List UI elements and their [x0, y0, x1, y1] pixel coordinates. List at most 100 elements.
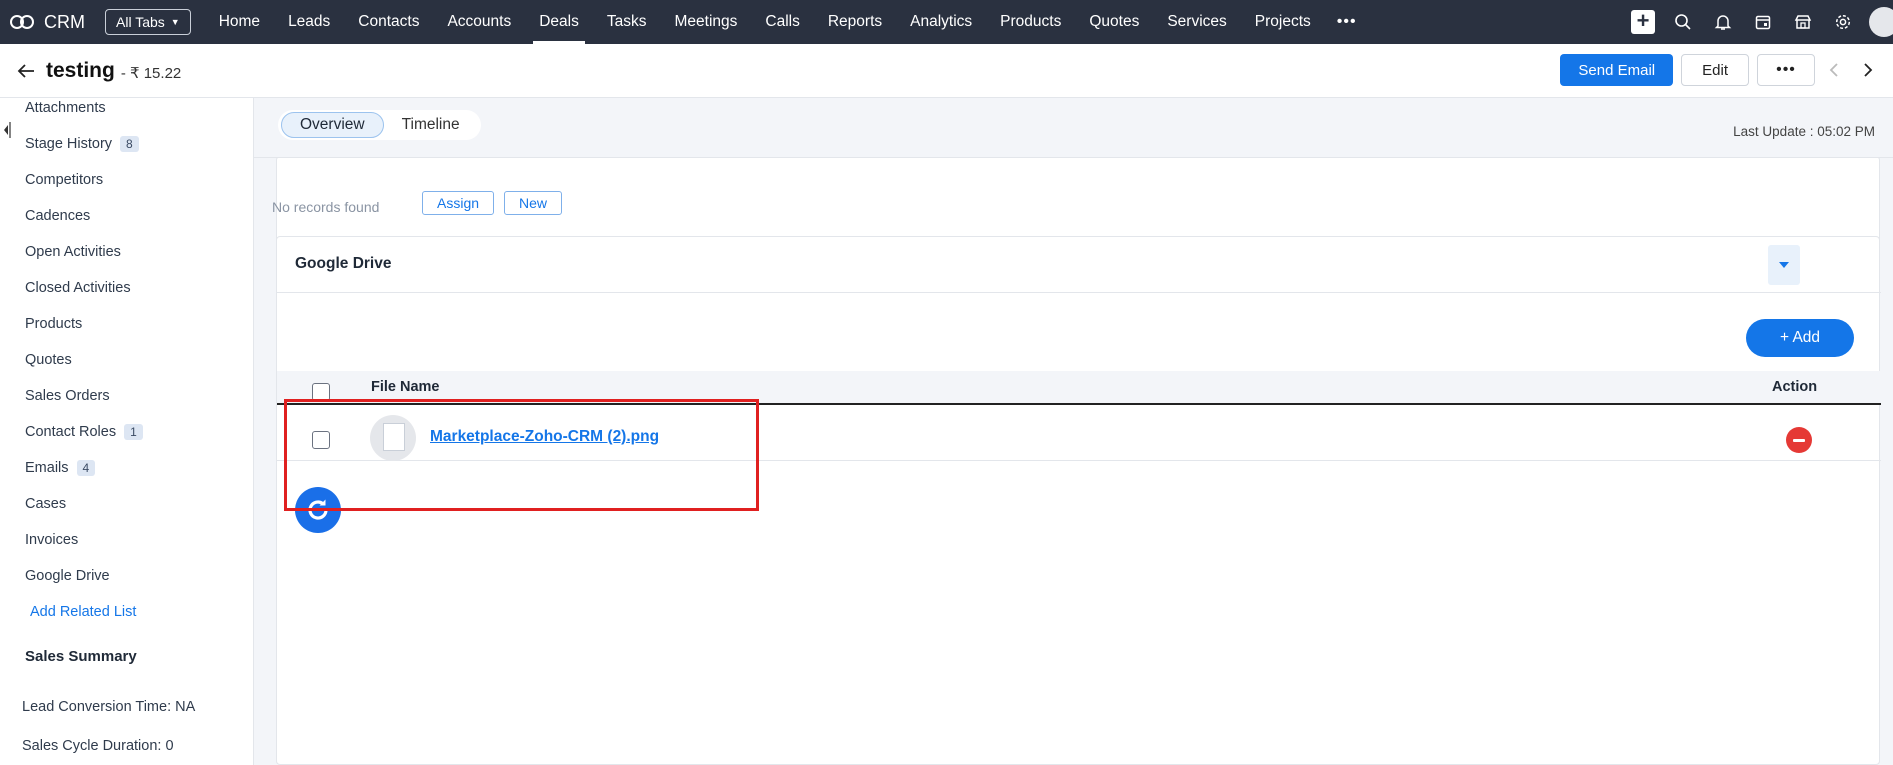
previous-record-button[interactable] — [1819, 54, 1849, 86]
sidebar-item-label: Open Activities — [25, 244, 121, 260]
table-row: Marketplace-Zoho-CRM (2).png — [277, 407, 1881, 461]
google-drive-card: Google Drive + Add File Name Action Mark… — [276, 236, 1881, 765]
caret-left-icon — [4, 122, 11, 138]
sidebar-item-label: Stage History — [25, 136, 113, 152]
collapse-sidebar-button[interactable] — [2, 120, 12, 140]
sidebar-item-label: Cadences — [25, 208, 91, 224]
files-table-header: File Name Action — [277, 371, 1881, 405]
tab-deals[interactable]: Deals — [525, 0, 593, 44]
chevron-right-icon — [1864, 63, 1873, 77]
sidebar-item-cases[interactable]: Cases — [25, 486, 143, 522]
row-checkbox[interactable] — [312, 431, 330, 449]
sidebar-item-label: Contact Roles — [25, 424, 117, 440]
sidebar-item-attachments[interactable]: Attachments — [25, 98, 143, 126]
notifications-button[interactable] — [1703, 0, 1743, 44]
tab-projects[interactable]: Projects — [1241, 0, 1325, 44]
tab-tasks[interactable]: Tasks — [593, 0, 661, 44]
sidebar-item-cadences[interactable]: Cadences — [25, 198, 143, 234]
tab-quotes[interactable]: Quotes — [1075, 0, 1153, 44]
lead-conversion-time: Lead Conversion Time: NA — [22, 699, 196, 715]
record-title: testing — [46, 58, 115, 82]
tab-contacts[interactable]: Contacts — [344, 0, 433, 44]
more-actions-button[interactable]: ••• — [1757, 54, 1815, 86]
column-action: Action — [1772, 379, 1818, 395]
sidebar-item-products[interactable]: Products — [25, 306, 143, 342]
settings-button[interactable] — [1823, 0, 1863, 44]
sidebar-item-sales-orders[interactable]: Sales Orders — [25, 378, 143, 414]
create-button[interactable]: + — [1623, 0, 1663, 44]
tab-analytics[interactable]: Analytics — [896, 0, 986, 44]
tab-services[interactable]: Services — [1153, 0, 1240, 44]
tab-meetings[interactable]: Meetings — [661, 0, 752, 44]
sales-summary-title: Sales Summary — [25, 648, 137, 665]
caret-down-icon: ▼ — [170, 17, 180, 27]
file-link[interactable]: Marketplace-Zoho-CRM (2).png — [430, 428, 659, 446]
view-tabs: Overview Timeline — [278, 110, 481, 140]
chevron-left-icon — [1829, 63, 1838, 77]
search-button[interactable] — [1663, 0, 1703, 44]
view-tabs-bar: Overview Timeline Last Update : 05:02 PM — [254, 98, 1893, 158]
sidebar-item-competitors[interactable]: Competitors — [25, 162, 143, 198]
google-drive-collapse-button[interactable] — [1768, 245, 1800, 285]
add-file-button[interactable]: + Add — [1746, 319, 1854, 357]
sidebar-item-closed-activities[interactable]: Closed Activities — [25, 270, 143, 306]
sidebar-item-stage-history[interactable]: Stage History 8 — [25, 126, 143, 162]
calendar-button[interactable] — [1743, 0, 1783, 44]
send-email-button[interactable]: Send Email — [1560, 54, 1674, 86]
tab-calls[interactable]: Calls — [751, 0, 813, 44]
google-drive-title: Google Drive — [295, 255, 392, 272]
top-nav: CRM All Tabs ▼ Home Leads Contacts Accou… — [0, 0, 1893, 44]
top-icons: + — [1623, 0, 1893, 44]
sidebar-item-label: Invoices — [25, 532, 79, 548]
tab-leads[interactable]: Leads — [274, 0, 344, 44]
remove-file-button[interactable] — [1786, 427, 1812, 453]
sidebar-item-label: Quotes — [25, 352, 72, 368]
plus-icon: + — [1631, 10, 1655, 34]
header-actions: Send Email Edit ••• — [1560, 54, 1883, 86]
tab-overview[interactable]: Overview — [281, 112, 384, 138]
marketplace-button[interactable] — [1783, 0, 1823, 44]
select-all-checkbox[interactable] — [312, 383, 330, 401]
sidebar-item-open-activities[interactable]: Open Activities — [25, 234, 143, 270]
last-update-text: Last Update : 05:02 PM — [1733, 124, 1875, 139]
avatar[interactable] — [1869, 7, 1893, 37]
crm-logo-icon — [10, 12, 36, 32]
sidebar-item-label: Closed Activities — [25, 280, 131, 296]
edit-button[interactable]: Edit — [1681, 54, 1749, 86]
count-badge: 4 — [76, 460, 96, 476]
sidebar-item-label: Google Drive — [25, 568, 110, 584]
back-button[interactable] — [14, 59, 38, 83]
related-list: Attachments Stage History 8 Competitors C… — [25, 98, 143, 630]
all-tabs-label: All Tabs — [116, 14, 165, 30]
gear-icon — [1835, 14, 1851, 30]
sales-cycle-duration: Sales Cycle Duration: 0 — [22, 738, 174, 754]
store-icon — [1794, 15, 1812, 29]
sidebar-item-quotes[interactable]: Quotes — [25, 342, 143, 378]
tab-reports[interactable]: Reports — [814, 0, 896, 44]
count-badge: 1 — [124, 424, 143, 440]
tab-products[interactable]: Products — [986, 0, 1075, 44]
sidebar-item-contact-roles[interactable]: Contact Roles 1 — [25, 414, 143, 450]
next-record-button[interactable] — [1853, 54, 1883, 86]
assign-button[interactable]: Assign — [422, 191, 495, 215]
refresh-icon — [308, 499, 328, 520]
more-tabs-button[interactable]: ••• — [1325, 0, 1369, 44]
arrow-left-icon — [17, 63, 34, 78]
all-tabs-button[interactable]: All Tabs ▼ — [105, 9, 191, 35]
brand-name: CRM — [44, 11, 85, 32]
add-related-list-link[interactable]: Add Related List — [30, 594, 143, 630]
tab-home[interactable]: Home — [205, 0, 274, 44]
search-icon — [1675, 14, 1691, 30]
calendar-icon — [1755, 15, 1771, 30]
sidebar-item-invoices[interactable]: Invoices — [25, 522, 143, 558]
new-button[interactable]: New — [504, 191, 563, 215]
sidebar-item-label: Sales Orders — [25, 388, 110, 404]
sidebar-item-emails[interactable]: Emails 4 — [25, 450, 143, 486]
sidebar-item-label: Cases — [25, 496, 67, 512]
refresh-button[interactable] — [295, 487, 341, 533]
tab-timeline[interactable]: Timeline — [384, 112, 478, 138]
tab-accounts[interactable]: Accounts — [433, 0, 525, 44]
count-badge: 8 — [120, 136, 139, 152]
brand[interactable]: CRM — [10, 0, 85, 44]
sidebar-item-google-drive[interactable]: Google Drive — [25, 558, 143, 594]
